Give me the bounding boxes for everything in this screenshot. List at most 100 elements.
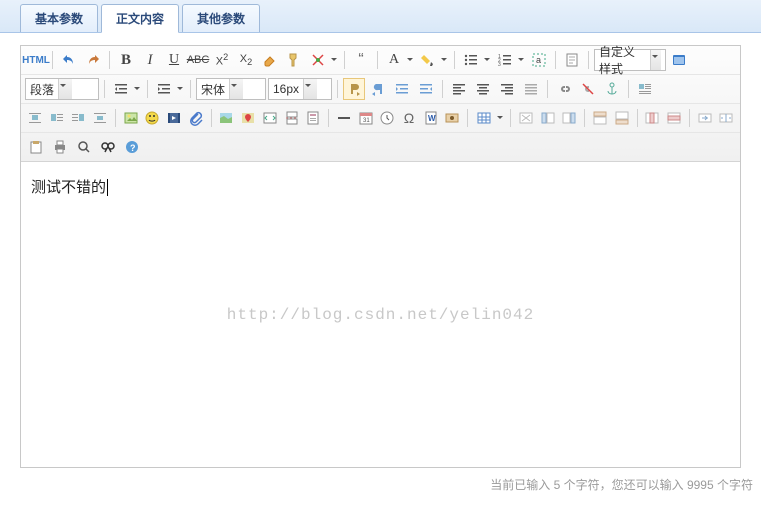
rich-text-editor: HTML B I U ABC X2 X2 “ A 123 a: [20, 45, 741, 468]
insert-col-left-button[interactable]: [538, 107, 558, 129]
bold-button[interactable]: B: [115, 49, 137, 71]
underline-button[interactable]: U: [163, 49, 185, 71]
link-button[interactable]: [553, 78, 575, 100]
tab-other[interactable]: 其他参数: [182, 4, 260, 32]
svg-text:a: a: [536, 55, 541, 65]
preview-button[interactable]: [73, 136, 95, 158]
help-button[interactable]: ?: [121, 136, 143, 158]
image-float-left-button[interactable]: [634, 78, 656, 100]
gmap-button[interactable]: [238, 107, 258, 129]
emoticon-button[interactable]: [142, 107, 162, 129]
separator: [109, 51, 110, 69]
backcolor-dropdown[interactable]: [417, 49, 449, 71]
search-button[interactable]: [97, 136, 119, 158]
separator: [588, 51, 589, 69]
ordered-list-dropdown[interactable]: 123: [494, 49, 526, 71]
separator: [637, 109, 638, 127]
split-cells-button[interactable]: [717, 107, 737, 129]
svg-text:3: 3: [498, 62, 501, 68]
status-suffix: 个字符: [714, 478, 753, 492]
source-html-button[interactable]: HTML: [25, 49, 47, 71]
print-button[interactable]: [49, 136, 71, 158]
video-button[interactable]: [164, 107, 184, 129]
attachment-button[interactable]: [186, 107, 206, 129]
undo-button[interactable]: [58, 49, 80, 71]
italic-button[interactable]: I: [139, 49, 161, 71]
separator: [211, 109, 212, 127]
separator: [344, 51, 345, 69]
img-left-button[interactable]: [47, 107, 67, 129]
fullscreen-button[interactable]: [668, 49, 690, 71]
separator: [115, 109, 116, 127]
status-mid: 个字符，您还可以输入: [560, 478, 687, 492]
select-all-button[interactable]: a: [528, 49, 550, 71]
separator: [454, 51, 455, 69]
paragraph-label: 段落: [30, 81, 54, 98]
watermark-text: http://blog.csdn.net/yelin042: [227, 306, 534, 324]
paragraph-select[interactable]: 段落: [25, 78, 99, 100]
redo-button[interactable]: [82, 49, 104, 71]
date-button[interactable]: 31: [356, 107, 376, 129]
align-center-button[interactable]: [472, 78, 494, 100]
format-painter-dropdown[interactable]: [307, 49, 339, 71]
indent-dropdown[interactable]: [153, 78, 185, 100]
table-delete-button[interactable]: [516, 107, 536, 129]
img-center-button[interactable]: [90, 107, 110, 129]
tab-basic[interactable]: 基本参数: [20, 4, 98, 32]
hr-button[interactable]: [334, 107, 354, 129]
font-family-select[interactable]: 宋体: [196, 78, 266, 100]
separator: [547, 80, 548, 98]
map-button[interactable]: [217, 107, 237, 129]
format-brush-button[interactable]: [283, 49, 305, 71]
font-size-select[interactable]: 16px: [268, 78, 332, 100]
merge-cells-button[interactable]: [695, 107, 715, 129]
separator: [337, 80, 338, 98]
insert-col-right-button[interactable]: [560, 107, 580, 129]
separator: [442, 80, 443, 98]
separator: [147, 80, 148, 98]
blockquote-button[interactable]: “: [350, 49, 372, 71]
tab-content[interactable]: 正文内容: [101, 4, 179, 33]
image-button[interactable]: [121, 107, 141, 129]
rtl-button[interactable]: [367, 78, 389, 100]
separator: [104, 80, 105, 98]
new-page-button[interactable]: [561, 49, 583, 71]
unordered-list-dropdown[interactable]: [460, 49, 492, 71]
align-right-button[interactable]: [496, 78, 518, 100]
table-dropdown[interactable]: [473, 107, 505, 129]
align-left-button[interactable]: [448, 78, 470, 100]
unlink-button[interactable]: [577, 78, 599, 100]
wordpaste-button[interactable]: W: [421, 107, 441, 129]
eraser-button[interactable]: [259, 49, 281, 71]
insert-row-above-button[interactable]: [590, 107, 610, 129]
indent-button[interactable]: [391, 78, 413, 100]
subscript-button[interactable]: X2: [235, 49, 257, 71]
ltr-button[interactable]: [343, 78, 365, 100]
strikethrough-button[interactable]: ABC: [187, 49, 209, 71]
delete-col-button[interactable]: [642, 107, 662, 129]
code-button[interactable]: [260, 107, 280, 129]
anchor-button[interactable]: [601, 78, 623, 100]
spechar-button[interactable]: Ω: [399, 107, 419, 129]
separator: [190, 80, 191, 98]
tab-bar: 基本参数 正文内容 其他参数: [0, 0, 761, 33]
custom-style-select[interactable]: 自定义样式: [594, 49, 666, 71]
separator: [377, 51, 378, 69]
status-prefix: 当前已输入: [490, 478, 553, 492]
snapscreen-button[interactable]: [443, 107, 463, 129]
delete-row-button[interactable]: [664, 107, 684, 129]
paste-plain-button[interactable]: [25, 136, 47, 158]
time-button[interactable]: [377, 107, 397, 129]
template-button[interactable]: [303, 107, 323, 129]
align-justify-button[interactable]: [520, 78, 542, 100]
separator: [555, 51, 556, 69]
pagebreak-button[interactable]: [282, 107, 302, 129]
img-none-button[interactable]: [25, 107, 45, 129]
editor-content-area[interactable]: 测试不错的 http://blog.csdn.net/yelin042: [21, 162, 740, 467]
insert-row-below-button[interactable]: [612, 107, 632, 129]
forecolor-dropdown[interactable]: A: [383, 49, 415, 71]
outdent-button[interactable]: [415, 78, 437, 100]
outdent-dropdown[interactable]: [110, 78, 142, 100]
superscript-button[interactable]: X2: [211, 49, 233, 71]
img-right-button[interactable]: [68, 107, 88, 129]
